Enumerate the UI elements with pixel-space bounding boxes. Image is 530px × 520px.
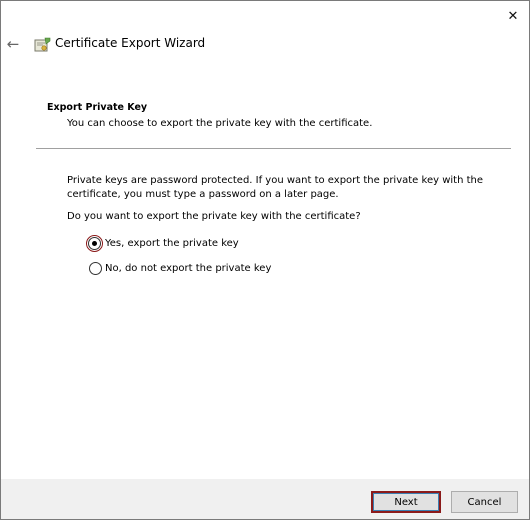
section-heading: Export Private Key bbox=[47, 102, 148, 113]
radio-button-no[interactable] bbox=[89, 261, 102, 275]
section-subtitle: You can choose to export the private key… bbox=[67, 118, 373, 129]
wizard-window: ✕ ← Certificate Export Wizard Export Pri… bbox=[0, 0, 530, 520]
export-question: Do you want to export the private key wi… bbox=[67, 211, 361, 222]
radio-button-yes[interactable] bbox=[88, 236, 101, 250]
cancel-button[interactable]: Cancel bbox=[451, 491, 518, 513]
wizard-title: Certificate Export Wizard bbox=[55, 36, 206, 50]
radio-option-no[interactable]: No, do not export the private key bbox=[89, 260, 271, 276]
radio-focus-ring bbox=[86, 234, 103, 252]
next-button[interactable]: Next bbox=[371, 491, 441, 513]
close-button[interactable]: ✕ bbox=[497, 1, 529, 31]
certificate-wizard-icon bbox=[34, 37, 51, 52]
header-divider bbox=[36, 148, 511, 149]
back-button[interactable]: ← bbox=[3, 34, 23, 54]
radio-option-yes[interactable]: Yes, export the private key bbox=[86, 234, 239, 252]
back-arrow-icon: ← bbox=[6, 35, 20, 53]
explanation-text: Private keys are password protected. If … bbox=[67, 175, 483, 200]
radio-label-no[interactable]: No, do not export the private key bbox=[105, 263, 271, 274]
close-icon: ✕ bbox=[507, 8, 519, 24]
radio-label-yes[interactable]: Yes, export the private key bbox=[105, 238, 239, 249]
wizard-footer: Next Cancel bbox=[1, 479, 529, 519]
